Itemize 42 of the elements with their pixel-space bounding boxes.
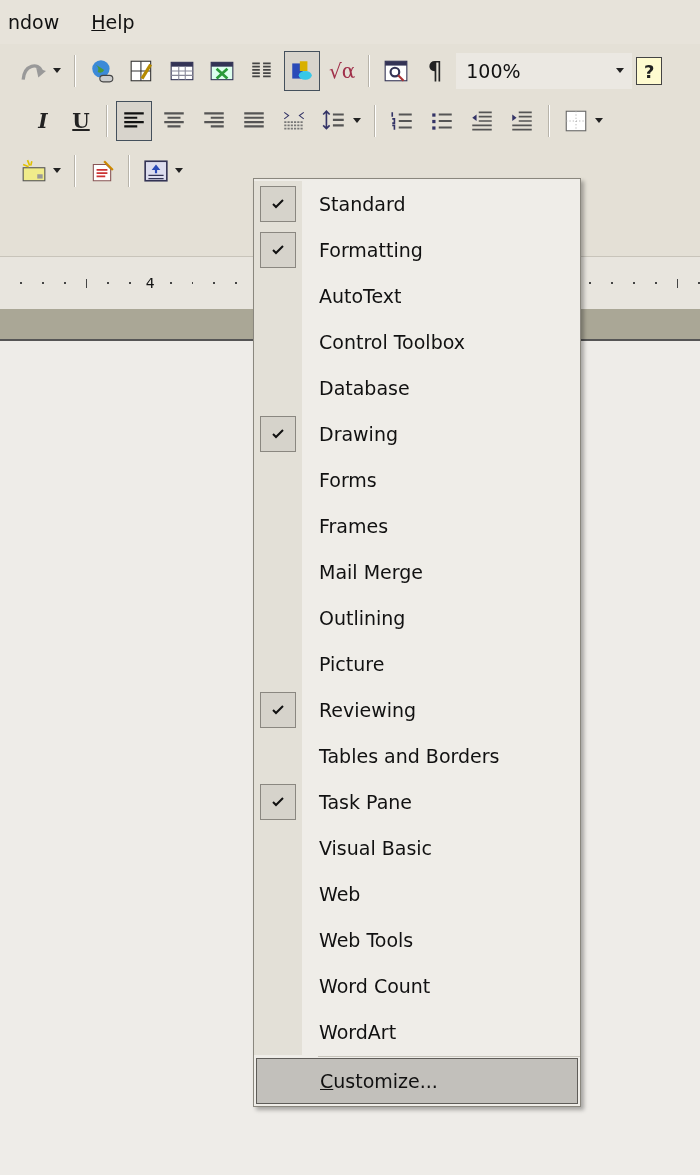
caret-icon xyxy=(53,168,61,174)
globe-icon xyxy=(89,58,115,84)
menu-item[interactable]: Formatting xyxy=(254,227,580,273)
toolbar-button[interactable] xyxy=(116,101,152,141)
toolbar-button[interactable]: ¶ xyxy=(418,51,453,91)
menu-item[interactable]: Web Tools xyxy=(254,917,580,963)
menu-title[interactable]: ndow xyxy=(8,11,60,33)
toolbar-button[interactable]: ? xyxy=(636,57,663,85)
caret-icon xyxy=(595,118,603,124)
menu-item[interactable]: AutoText xyxy=(254,273,580,319)
menu-item[interactable]: Picture xyxy=(254,641,580,687)
menu-item[interactable]: Tables and Borders xyxy=(254,733,580,779)
caret-icon xyxy=(53,68,61,74)
zoom-combo[interactable]: 100% xyxy=(456,53,633,89)
ruler-label: 4 xyxy=(145,275,155,291)
menu-item[interactable]: WordArt xyxy=(254,1009,580,1055)
toolbar-button[interactable]: √α xyxy=(324,51,361,91)
zoom-value: 100% xyxy=(466,60,521,82)
menu-title[interactable]: Help xyxy=(91,11,135,33)
toolbar-button[interactable]: U xyxy=(64,101,98,141)
menu-item[interactable]: Reviewing xyxy=(254,687,580,733)
menu-item[interactable]: Web xyxy=(254,871,580,917)
menu-item[interactable]: Outlining xyxy=(254,595,580,641)
toolbar-button[interactable] xyxy=(284,51,320,91)
toolbar-button[interactable]: I xyxy=(26,101,60,141)
menu-item[interactable]: Visual Basic xyxy=(254,825,580,871)
menu-item[interactable]: Task Pane xyxy=(254,779,580,825)
menu-item[interactable]: Drawing xyxy=(254,411,580,457)
table-pencil-icon xyxy=(129,58,155,84)
menu-item[interactable]: Standard xyxy=(254,181,580,227)
menu-item[interactable]: Frames xyxy=(254,503,580,549)
customize-menu-item[interactable]: Customize... xyxy=(256,1058,578,1104)
caret-icon xyxy=(175,168,183,174)
menu-item[interactable]: Forms xyxy=(254,457,580,503)
menu-item[interactable]: Mail Merge xyxy=(254,549,580,595)
caret-icon xyxy=(616,68,625,74)
menu-item[interactable]: Word Count xyxy=(254,963,580,1009)
frame-icon xyxy=(21,158,47,184)
menu-item[interactable]: Database xyxy=(254,365,580,411)
caret-icon xyxy=(353,118,361,124)
border-icon xyxy=(563,108,589,134)
menu-item[interactable]: Control Toolbox xyxy=(254,319,580,365)
